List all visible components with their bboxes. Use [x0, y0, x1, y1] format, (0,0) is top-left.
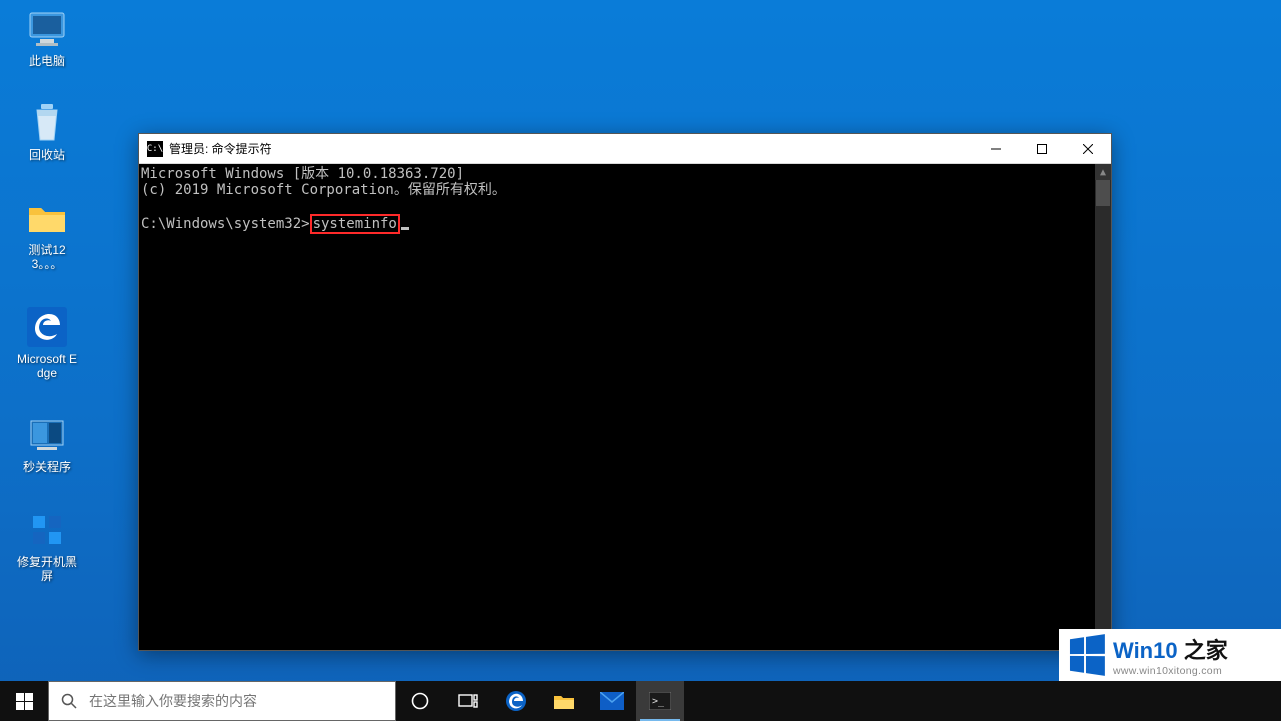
cmd-app-icon: C:\	[147, 141, 163, 157]
watermark-brand-prefix: Win10	[1113, 638, 1178, 663]
folder-icon	[553, 692, 575, 710]
taskbar: >_	[0, 681, 1281, 721]
cmd-scrollbar[interactable]: ▲ ▼	[1095, 164, 1111, 650]
watermark-url: www.win10xitong.com	[1113, 665, 1228, 677]
cmd-prompt-prefix: C:\Windows\system32>	[141, 216, 310, 232]
taskbar-search[interactable]	[48, 681, 396, 721]
taskbar-items: >_	[396, 681, 684, 721]
cmd-command-highlight: systeminfo	[310, 214, 400, 234]
close-button[interactable]	[1065, 134, 1111, 163]
taskbar-cortana[interactable]	[396, 681, 444, 721]
cmd-output-line: Microsoft Windows [版本 10.0.18363.720]	[139, 166, 1111, 182]
desktop-icon-fix-boot[interactable]: 修复开机黑屏	[12, 507, 82, 586]
cmd-blank-line	[139, 198, 1111, 214]
mail-icon	[600, 692, 624, 710]
edge-icon	[26, 306, 68, 348]
search-icon	[49, 693, 89, 709]
desktop-icon-this-pc[interactable]: 此电脑	[12, 6, 82, 70]
desktop-icon-recycle-bin[interactable]: 回收站	[12, 100, 82, 164]
start-button[interactable]	[0, 681, 48, 721]
watermark-text: Win10 之家 www.win10xitong.com	[1113, 633, 1228, 677]
cmd-prompt-line: C:\Windows\system32>systeminfo	[139, 214, 1111, 234]
cmd-output-line: (c) 2019 Microsoft Corporation。保留所有权利。	[139, 182, 1111, 198]
desktop-icon-label: 测试123。。。	[14, 243, 80, 272]
windows-start-icon	[16, 693, 33, 710]
cmd-cursor	[401, 227, 409, 230]
desktop-icons: 此电脑 回收站 测试123。。。 Microsoft Edge 秒关程序	[12, 6, 82, 586]
window-title: 管理员: 命令提示符	[169, 140, 973, 157]
cmd-body[interactable]: Microsoft Windows [版本 10.0.18363.720] (c…	[139, 164, 1111, 650]
desktop-icon-label: 秒关程序	[23, 460, 71, 474]
folder-icon	[26, 197, 68, 239]
computer-icon	[26, 8, 68, 50]
desktop-icon-label: Microsoft Edge	[14, 352, 80, 381]
desktop-icon-label: 修复开机黑屏	[14, 555, 80, 584]
taskbar-task-view[interactable]	[444, 681, 492, 721]
titlebar[interactable]: C:\ 管理员: 命令提示符	[139, 134, 1111, 164]
desktop-icon-edge[interactable]: Microsoft Edge	[12, 304, 82, 383]
windows-logo-icon	[1070, 634, 1105, 676]
desktop-icon-label: 回收站	[29, 148, 65, 162]
taskbar-edge[interactable]	[492, 681, 540, 721]
cmd-window[interactable]: C:\ 管理员: 命令提示符 Microsoft Windows [版本 10.…	[138, 133, 1112, 651]
maximize-button[interactable]	[1019, 134, 1065, 163]
taskbar-file-explorer[interactable]	[540, 681, 588, 721]
desktop-icon-label: 此电脑	[29, 54, 65, 68]
edge-icon	[504, 689, 528, 713]
cmd-icon: >_	[649, 692, 671, 710]
scroll-thumb[interactable]	[1096, 180, 1110, 206]
taskbar-cmd[interactable]: >_	[636, 681, 684, 721]
watermark-brand-suffix: 之家	[1178, 638, 1228, 663]
desktop-icon-folder-test[interactable]: 测试123。。。	[12, 195, 82, 274]
cortana-icon	[411, 692, 429, 710]
search-input[interactable]	[89, 693, 395, 709]
taskbar-mail[interactable]	[588, 681, 636, 721]
watermark: Win10 之家 www.win10xitong.com	[1059, 629, 1281, 681]
desktop: 此电脑 回收站 测试123。。。 Microsoft Edge 秒关程序	[0, 0, 1281, 721]
window-controls	[973, 134, 1111, 163]
task-view-icon	[458, 693, 478, 709]
svg-text:>_: >_	[652, 696, 665, 707]
repair-icon	[26, 509, 68, 551]
program-icon	[26, 414, 68, 456]
scroll-up-arrow-icon[interactable]: ▲	[1095, 164, 1111, 180]
desktop-icon-seconds-shutdown[interactable]: 秒关程序	[12, 412, 82, 476]
watermark-logo	[1067, 637, 1103, 673]
recycle-bin-icon	[26, 102, 68, 144]
minimize-button[interactable]	[973, 134, 1019, 163]
